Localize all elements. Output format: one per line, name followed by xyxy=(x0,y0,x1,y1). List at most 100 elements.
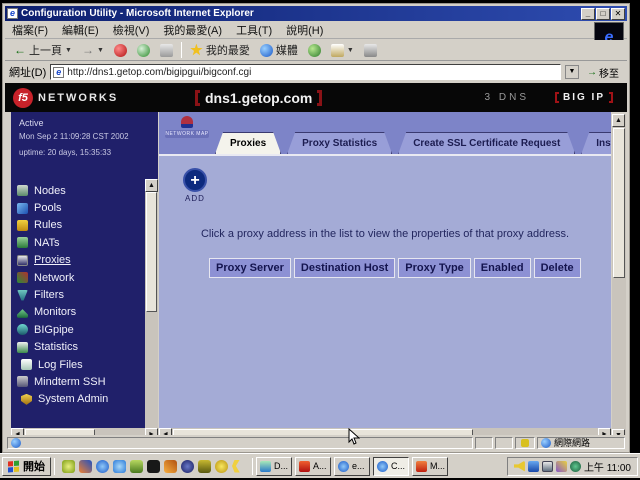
f5-logo-icon: f5 xyxy=(13,88,33,108)
home-button[interactable] xyxy=(155,41,178,59)
forward-dropdown-icon[interactable]: ▼ xyxy=(97,47,104,54)
scroll-up-icon[interactable]: ▲ xyxy=(612,114,625,127)
add-proxy-button[interactable]: + ADD xyxy=(175,168,215,203)
history-button[interactable] xyxy=(303,41,326,59)
sidebar-item-log-files[interactable]: Log Files xyxy=(17,356,139,373)
sidebar-item-monitors[interactable]: Monitors xyxy=(17,304,139,321)
menu-view[interactable]: 檢視(V) xyxy=(106,21,157,39)
back-button[interactable]: ← 上一頁 ▼ xyxy=(9,41,77,59)
link-bigip[interactable]: BIG IP xyxy=(555,92,613,103)
loading-globe-icon xyxy=(11,438,21,448)
tray-app-icon[interactable] xyxy=(556,461,567,472)
address-input[interactable]: e http://dns1.getop.com/bigipgui/bigconf… xyxy=(50,64,561,80)
col-enabled[interactable]: Enabled xyxy=(474,258,531,278)
sidebar-item-nodes[interactable]: Nodes xyxy=(17,182,139,199)
col-proxy-type[interactable]: Proxy Type xyxy=(398,258,471,278)
scrollbar-thumb[interactable] xyxy=(146,192,157,312)
link-3dns[interactable]: 3 DNS xyxy=(485,92,529,103)
quicklaunch-icon[interactable] xyxy=(79,460,92,473)
display-icon[interactable] xyxy=(542,461,553,472)
clock[interactable]: 上午 11:00 xyxy=(584,459,631,474)
sidebar-item-pools[interactable]: Pools xyxy=(17,199,139,216)
menu-help[interactable]: 說明(H) xyxy=(279,21,330,39)
task-button-1[interactable]: D... xyxy=(256,457,292,476)
quicklaunch-icon[interactable] xyxy=(164,460,177,473)
menu-bar: 檔案(F) 編輯(E) 檢視(V) 我的最愛(A) 工具(T) 說明(H) e xyxy=(5,22,627,39)
refresh-button[interactable] xyxy=(132,41,155,59)
col-proxy-server[interactable]: Proxy Server xyxy=(209,258,291,278)
filters-icon xyxy=(17,290,28,301)
col-destination-host[interactable]: Destination Host xyxy=(294,258,395,278)
close-button[interactable]: ✕ xyxy=(611,8,625,20)
sidebar-item-bigpipe[interactable]: BIGpipe xyxy=(17,321,139,338)
main-vertical-scrollbar[interactable]: ▲ ▼ xyxy=(612,114,626,442)
taskbar-separator xyxy=(54,458,55,475)
address-bar: 網址(D) e http://dns1.getop.com/bigipgui/b… xyxy=(5,62,627,82)
go-button[interactable]: → 移至 xyxy=(583,64,623,80)
network-map-button[interactable]: NETWORK MAP xyxy=(165,116,209,150)
navigation-toolbar: ← 上一頁 ▼ → ▼ 我的最愛 xyxy=(5,40,627,61)
print-button[interactable] xyxy=(359,41,382,59)
quicklaunch-icon[interactable] xyxy=(96,460,109,473)
maximize-button[interactable]: □ xyxy=(596,8,610,20)
mail-dropdown-icon[interactable]: ▼ xyxy=(347,47,354,54)
quicklaunch-icon[interactable] xyxy=(181,460,194,473)
instruction-text: Click a proxy address in the list to vie… xyxy=(159,228,611,240)
task-button-3[interactable]: e... xyxy=(334,457,370,476)
tab-proxy-statistics[interactable]: Proxy Statistics xyxy=(287,132,392,154)
task-button-configuration-utility[interactable]: C... xyxy=(373,457,409,476)
bigip-bracket-right-icon xyxy=(609,92,613,103)
sidebar-vertical-scrollbar[interactable]: ▲ ▼ xyxy=(145,179,158,442)
menu-edit[interactable]: 編輯(E) xyxy=(55,21,106,39)
messenger-icon[interactable] xyxy=(528,461,539,472)
task-button-2[interactable]: A... xyxy=(295,457,331,476)
quicklaunch-icon[interactable] xyxy=(198,460,211,473)
task-icon xyxy=(299,461,310,472)
unit-status: Active xyxy=(19,118,44,128)
sidebar-item-nats[interactable]: NATs xyxy=(17,234,139,251)
sidebar-item-system-admin[interactable]: System Admin xyxy=(17,391,139,408)
sidebar-item-proxies[interactable]: Proxies xyxy=(17,252,139,269)
sidebar-item-mindterm-ssh[interactable]: Mindterm SSH xyxy=(17,373,139,390)
start-button[interactable]: 開始 xyxy=(2,457,51,476)
window-title: Configuration Utility - Microsoft Intern… xyxy=(21,8,580,19)
quicklaunch-icon[interactable] xyxy=(215,460,228,473)
hostname-text: dns1.getop.com xyxy=(205,90,312,106)
favorites-button[interactable]: 我的最愛 xyxy=(185,41,255,59)
back-dropdown-icon[interactable]: ▼ xyxy=(65,47,72,54)
quicklaunch-icon[interactable] xyxy=(113,460,126,473)
browser-window: e Configuration Utility - Microsoft Inte… xyxy=(2,3,630,453)
menu-tools[interactable]: 工具(T) xyxy=(229,21,279,39)
quicklaunch-icon[interactable] xyxy=(62,460,75,473)
system-tray: 上午 11:00 xyxy=(507,457,638,476)
sidebar-item-filters[interactable]: Filters xyxy=(17,286,139,303)
stop-button[interactable] xyxy=(109,41,132,59)
scrollbar-thumb[interactable] xyxy=(613,128,625,278)
bracket-right-icon xyxy=(317,90,322,106)
tab-create-ssl-certificate-request[interactable]: Create SSL Certificate Request xyxy=(398,132,575,154)
taskbar: 開始 D... A... e... xyxy=(0,453,640,478)
col-delete[interactable]: Delete xyxy=(534,258,581,278)
scroll-up-icon[interactable]: ▲ xyxy=(145,179,158,192)
quicklaunch-icon[interactable] xyxy=(232,460,245,473)
quicklaunch-icon[interactable] xyxy=(147,460,160,473)
mail-button[interactable]: ▼ xyxy=(326,41,359,59)
volume-icon[interactable] xyxy=(514,461,525,472)
forward-button[interactable]: → ▼ xyxy=(77,41,109,59)
tab-install-ssl-certificate[interactable]: Install SSL Certificate xyxy=(581,132,611,154)
task-button-5[interactable]: M... xyxy=(412,457,448,476)
menu-file[interactable]: 檔案(F) xyxy=(5,21,55,39)
sidebar-item-rules[interactable]: Rules xyxy=(17,217,139,234)
sidebar-item-network[interactable]: Network xyxy=(17,269,139,286)
stop-icon xyxy=(114,44,127,57)
toolbar-separator xyxy=(181,42,182,58)
address-dropdown-icon[interactable]: ▼ xyxy=(565,65,579,79)
tab-proxies[interactable]: Proxies xyxy=(215,132,281,154)
menu-favorites[interactable]: 我的最愛(A) xyxy=(156,21,229,39)
media-button[interactable]: 媒體 xyxy=(255,41,303,59)
network-tray-icon[interactable] xyxy=(570,461,581,472)
minimize-button[interactable]: _ xyxy=(581,8,595,20)
sidebar-item-statistics[interactable]: Statistics xyxy=(17,339,139,356)
quicklaunch-icon[interactable] xyxy=(130,460,143,473)
go-arrow-icon: → xyxy=(587,67,597,78)
